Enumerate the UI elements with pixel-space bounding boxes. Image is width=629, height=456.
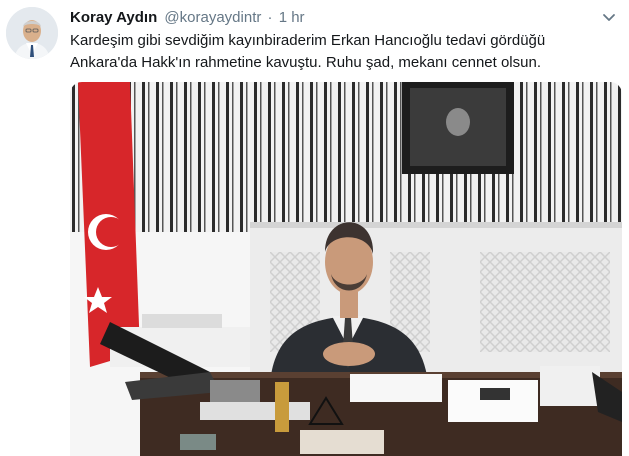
separator-dot: · bbox=[267, 9, 273, 26]
chevron-down-icon[interactable] bbox=[601, 9, 617, 25]
tweet-text-line: Ankara'da Hakk'ın rahmetine kavuştu. Ruh… bbox=[70, 54, 541, 71]
user-handle[interactable]: @korayaydintr bbox=[164, 9, 261, 26]
display-name[interactable]: Koray Aydın bbox=[70, 9, 157, 26]
tweet-text: Kardeşim gibi sevdiğim kayınbiraderim Er… bbox=[70, 30, 615, 74]
tweet-text-line: Kardeşim gibi sevdiğim kayınbiraderim Er… bbox=[70, 32, 546, 49]
tweet-photo[interactable] bbox=[70, 82, 622, 456]
tweet-header: Koray Aydın @korayaydintr · 1 hr bbox=[70, 9, 305, 27]
tweet-card[interactable]: Koray Aydın @korayaydintr · 1 hr Kardeşi… bbox=[0, 0, 629, 456]
avatar[interactable] bbox=[6, 7, 58, 59]
timestamp[interactable]: 1 hr bbox=[279, 9, 305, 26]
